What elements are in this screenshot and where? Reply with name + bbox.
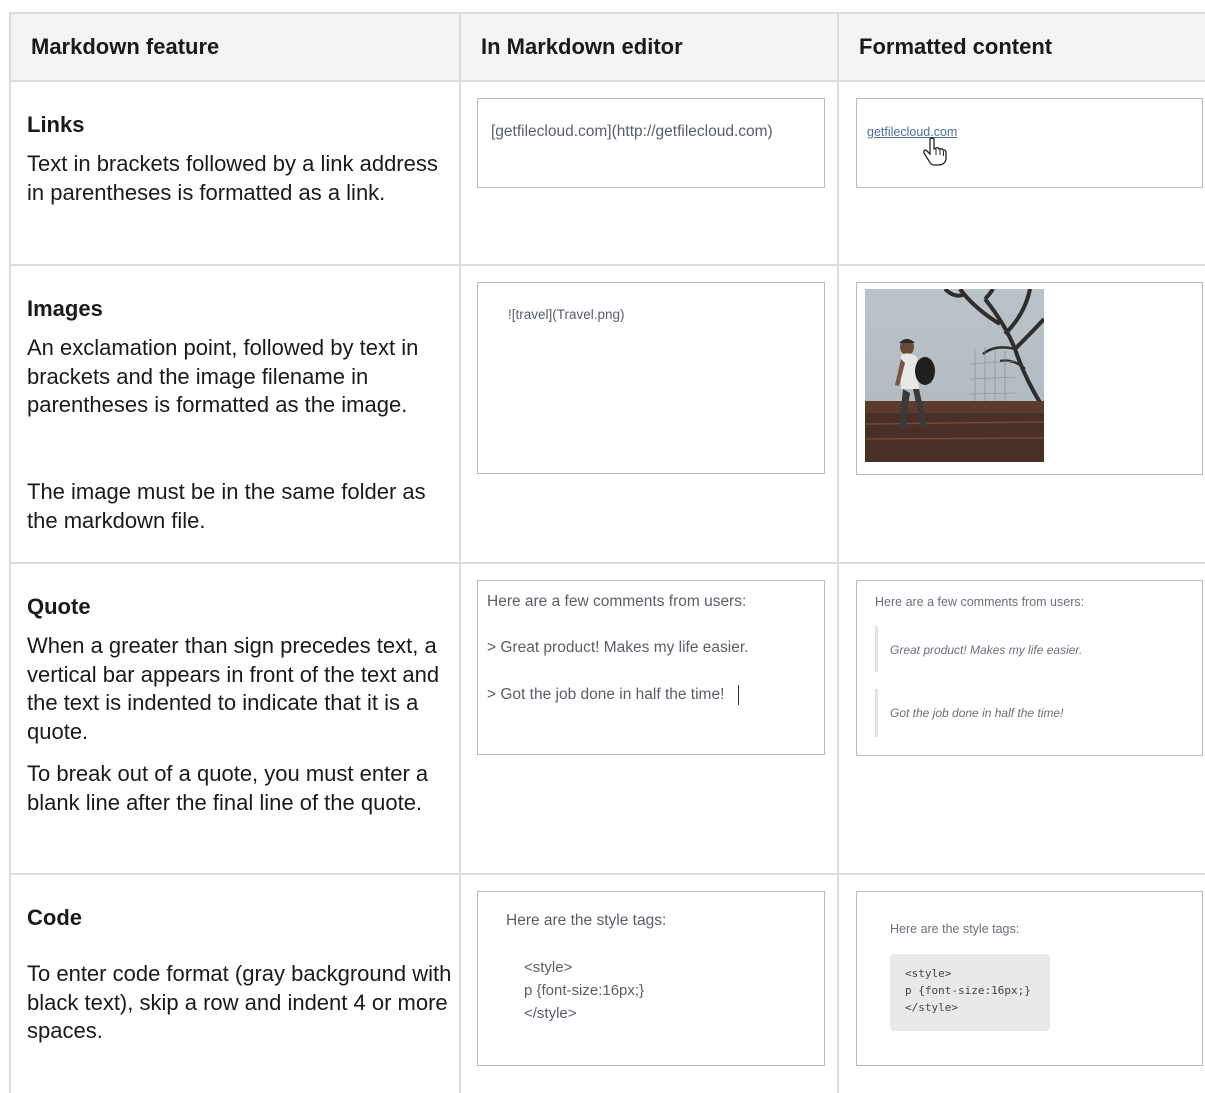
row-desc-code: To enter code format (gray background wi…	[27, 961, 452, 1043]
formatted-box-quote: Here are a few comments from users: Grea…	[856, 580, 1203, 756]
table-border-left	[9, 12, 11, 1093]
row-title-links: Links	[27, 112, 85, 137]
row-desc-links: Text in brackets followed by a link addr…	[27, 151, 438, 205]
travel-image	[865, 289, 1044, 462]
column-header-formatted: Formatted content	[859, 34, 1053, 59]
formatted-code-intro: Here are the style tags:	[890, 922, 1020, 936]
editor-code-line: <style>	[524, 959, 573, 976]
editor-text-links: [getfilecloud.com](http://getfilecloud.c…	[491, 123, 773, 140]
editor-code-line: p {font-size:16px;}	[524, 982, 645, 999]
editor-box-links: [getfilecloud.com](http://getfilecloud.c…	[477, 98, 825, 188]
editor-text-images: ![travel](Travel.png)	[508, 307, 625, 322]
table-border-top	[10, 12, 1205, 14]
table-border-header	[10, 80, 1205, 82]
row-divider	[10, 562, 1205, 564]
code-block: <style> p {font-size:16px;} </style>	[890, 954, 1050, 1031]
code-line: p {font-size:16px;}	[905, 984, 1031, 997]
row-title-quote: Quote	[27, 594, 91, 619]
row-note-quote: To break out of a quote, you must enter …	[27, 761, 429, 815]
editor-line: > Got the job done in half the time!	[487, 686, 725, 703]
formatted-box-links: getfilecloud.com	[856, 98, 1203, 188]
row-title-images: Images	[27, 296, 103, 321]
row-divider	[10, 873, 1205, 875]
editor-box-images: ![travel](Travel.png)	[477, 282, 825, 474]
row-note-images: The image must be in the same folder as …	[27, 479, 426, 533]
editor-box-quote: Here are a few comments from users: > Gr…	[477, 580, 825, 755]
quote-bar	[875, 689, 878, 737]
column-header-editor: In Markdown editor	[481, 34, 683, 59]
quote-bar	[875, 626, 878, 672]
quote-text: Great product! Makes my life easier.	[890, 643, 1083, 657]
row-desc-images: An exclamation point, followed by text i…	[27, 335, 419, 417]
text-caret	[738, 685, 739, 705]
editor-box-code: Here are the style tags: <style> p {font…	[477, 891, 825, 1066]
editor-line: > Great product! Makes my life easier.	[487, 639, 749, 656]
column-divider	[459, 12, 461, 1093]
row-title-code: Code	[27, 905, 82, 930]
code-line: <style>	[905, 967, 952, 980]
editor-line: Here are a few comments from users:	[487, 593, 747, 610]
quote-text: Got the job done in half the time!	[890, 706, 1064, 720]
column-header-feature: Markdown feature	[31, 34, 220, 59]
editor-code-intro: Here are the style tags:	[506, 912, 667, 929]
editor-code-line: </style>	[524, 1005, 577, 1022]
formatted-intro: Here are a few comments from users:	[875, 595, 1085, 609]
row-divider	[10, 264, 1205, 266]
row-desc-quote: When a greater than sign precedes text, …	[27, 633, 440, 744]
code-line: </style>	[905, 1001, 958, 1014]
hand-pointer-icon	[923, 137, 947, 166]
column-divider	[837, 12, 839, 1093]
formatted-box-images	[856, 282, 1203, 475]
formatted-box-code: Here are the style tags: <style> p {font…	[856, 891, 1203, 1066]
